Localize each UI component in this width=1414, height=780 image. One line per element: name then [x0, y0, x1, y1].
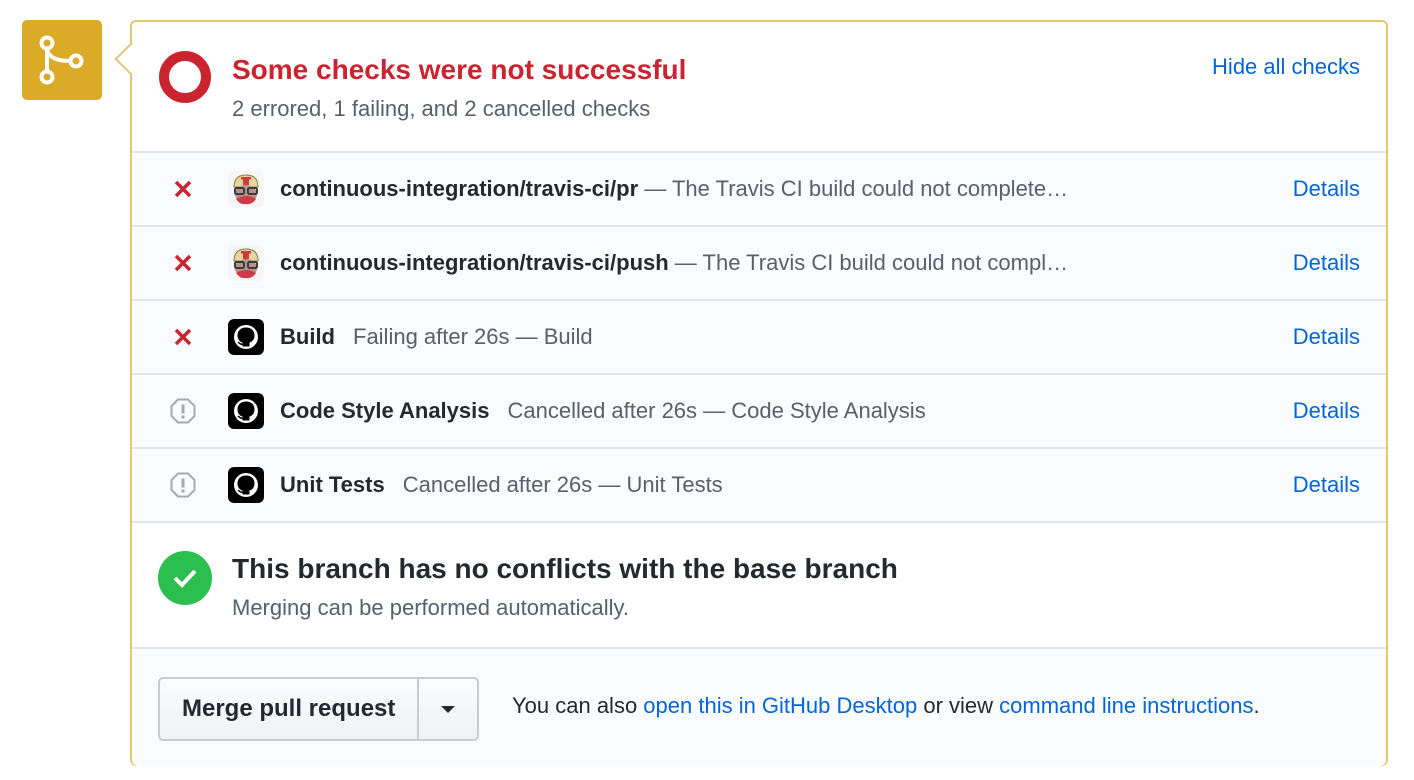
hide-all-checks-link[interactable]: Hide all checks — [1212, 54, 1360, 80]
x-icon — [170, 324, 196, 350]
details-link[interactable]: Details — [1293, 472, 1360, 498]
merge-status-panel: Some checks were not successful 2 errore… — [114, 20, 1388, 766]
conflict-title: This branch has no conflicts with the ba… — [232, 553, 898, 584]
check-text: Build Failing after 26s — Build — [280, 324, 593, 350]
status-subtitle: 2 errored, 1 failing, and 2 cancelled ch… — [232, 96, 651, 121]
check-name: Unit Tests — [280, 472, 385, 497]
merge-pull-request-button[interactable]: Merge pull request — [160, 679, 420, 739]
open-in-github-desktop-link[interactable]: open this in GitHub Desktop — [643, 693, 917, 718]
merge-button-group: Merge pull request — [158, 677, 480, 741]
check-name: continuous-integration/travis-ci/pr — [280, 176, 639, 201]
x-icon — [170, 176, 196, 202]
merge-method-dropdown-button[interactable] — [419, 679, 477, 739]
status-ring-icon — [159, 51, 211, 103]
details-link[interactable]: Details — [1293, 250, 1360, 276]
check-row: Unit Tests Cancelled after 26s — Unit Tes… — [132, 449, 1386, 523]
check-row: continuous-integration/travis-ci/push — … — [132, 227, 1386, 301]
hint-suffix: . — [1253, 693, 1260, 718]
check-row: continuous-integration/travis-ci/pr — Th… — [132, 153, 1386, 227]
travis-ci-avatar-icon — [228, 245, 264, 281]
check-circle-icon — [158, 551, 212, 605]
check-text: continuous-integration/travis-ci/push — … — [280, 250, 1068, 276]
checks-list: continuous-integration/travis-ci/pr — Th… — [132, 153, 1386, 523]
check-description: The Travis CI build could not compl… — [702, 250, 1069, 275]
check-row: Build Failing after 26s — Build Details — [132, 301, 1386, 375]
merge-actions: Merge pull request You can also open thi… — [132, 649, 1386, 766]
github-actions-avatar-icon — [228, 393, 264, 429]
command-line-instructions-link[interactable]: command line instructions — [999, 693, 1253, 718]
check-text: Code Style Analysis Cancelled after 26s —… — [280, 398, 926, 424]
caret-down-icon — [441, 705, 456, 713]
hint-middle: or view — [917, 693, 1000, 718]
check-separator: — — [638, 176, 672, 201]
status-title: Some checks were not successful — [232, 54, 687, 85]
check-name: Build — [280, 324, 335, 349]
check-text: Unit Tests Cancelled after 26s — Unit Tes… — [280, 472, 723, 498]
check-name: Code Style Analysis — [280, 398, 490, 423]
details-link[interactable]: Details — [1293, 176, 1360, 202]
merge-hint: You can also open this in GitHub Desktop… — [512, 693, 1260, 719]
check-text: continuous-integration/travis-ci/pr — Th… — [280, 176, 1068, 202]
check-separator: — — [668, 250, 703, 275]
x-icon — [170, 250, 196, 276]
details-link[interactable]: Details — [1293, 324, 1360, 350]
check-description: Failing after 26s — Build — [353, 324, 593, 349]
git-merge-icon — [39, 35, 84, 85]
conflict-status: This branch has no conflicts with the ba… — [132, 523, 1386, 649]
details-link[interactable]: Details — [1293, 398, 1360, 424]
conflict-subtitle: Merging can be performed automatically. — [232, 595, 630, 620]
check-description: The Travis CI build could not complete… — [671, 176, 1069, 201]
github-actions-avatar-icon — [228, 319, 264, 355]
merge-status-badge — [22, 20, 102, 100]
check-description: Cancelled after 26s — Unit Tests — [402, 472, 723, 497]
check-row: Code Style Analysis Cancelled after 26s —… — [132, 375, 1386, 449]
travis-ci-avatar-icon — [228, 171, 264, 207]
stop-icon — [170, 398, 196, 424]
stop-icon — [170, 472, 196, 498]
hint-prefix: You can also — [512, 693, 644, 718]
checks-summary: Some checks were not successful 2 errore… — [132, 22, 1386, 153]
github-actions-avatar-icon — [228, 467, 264, 503]
check-name: continuous-integration/travis-ci/push — [280, 250, 669, 275]
check-description: Cancelled after 26s — Code Style Analysi… — [507, 398, 926, 423]
